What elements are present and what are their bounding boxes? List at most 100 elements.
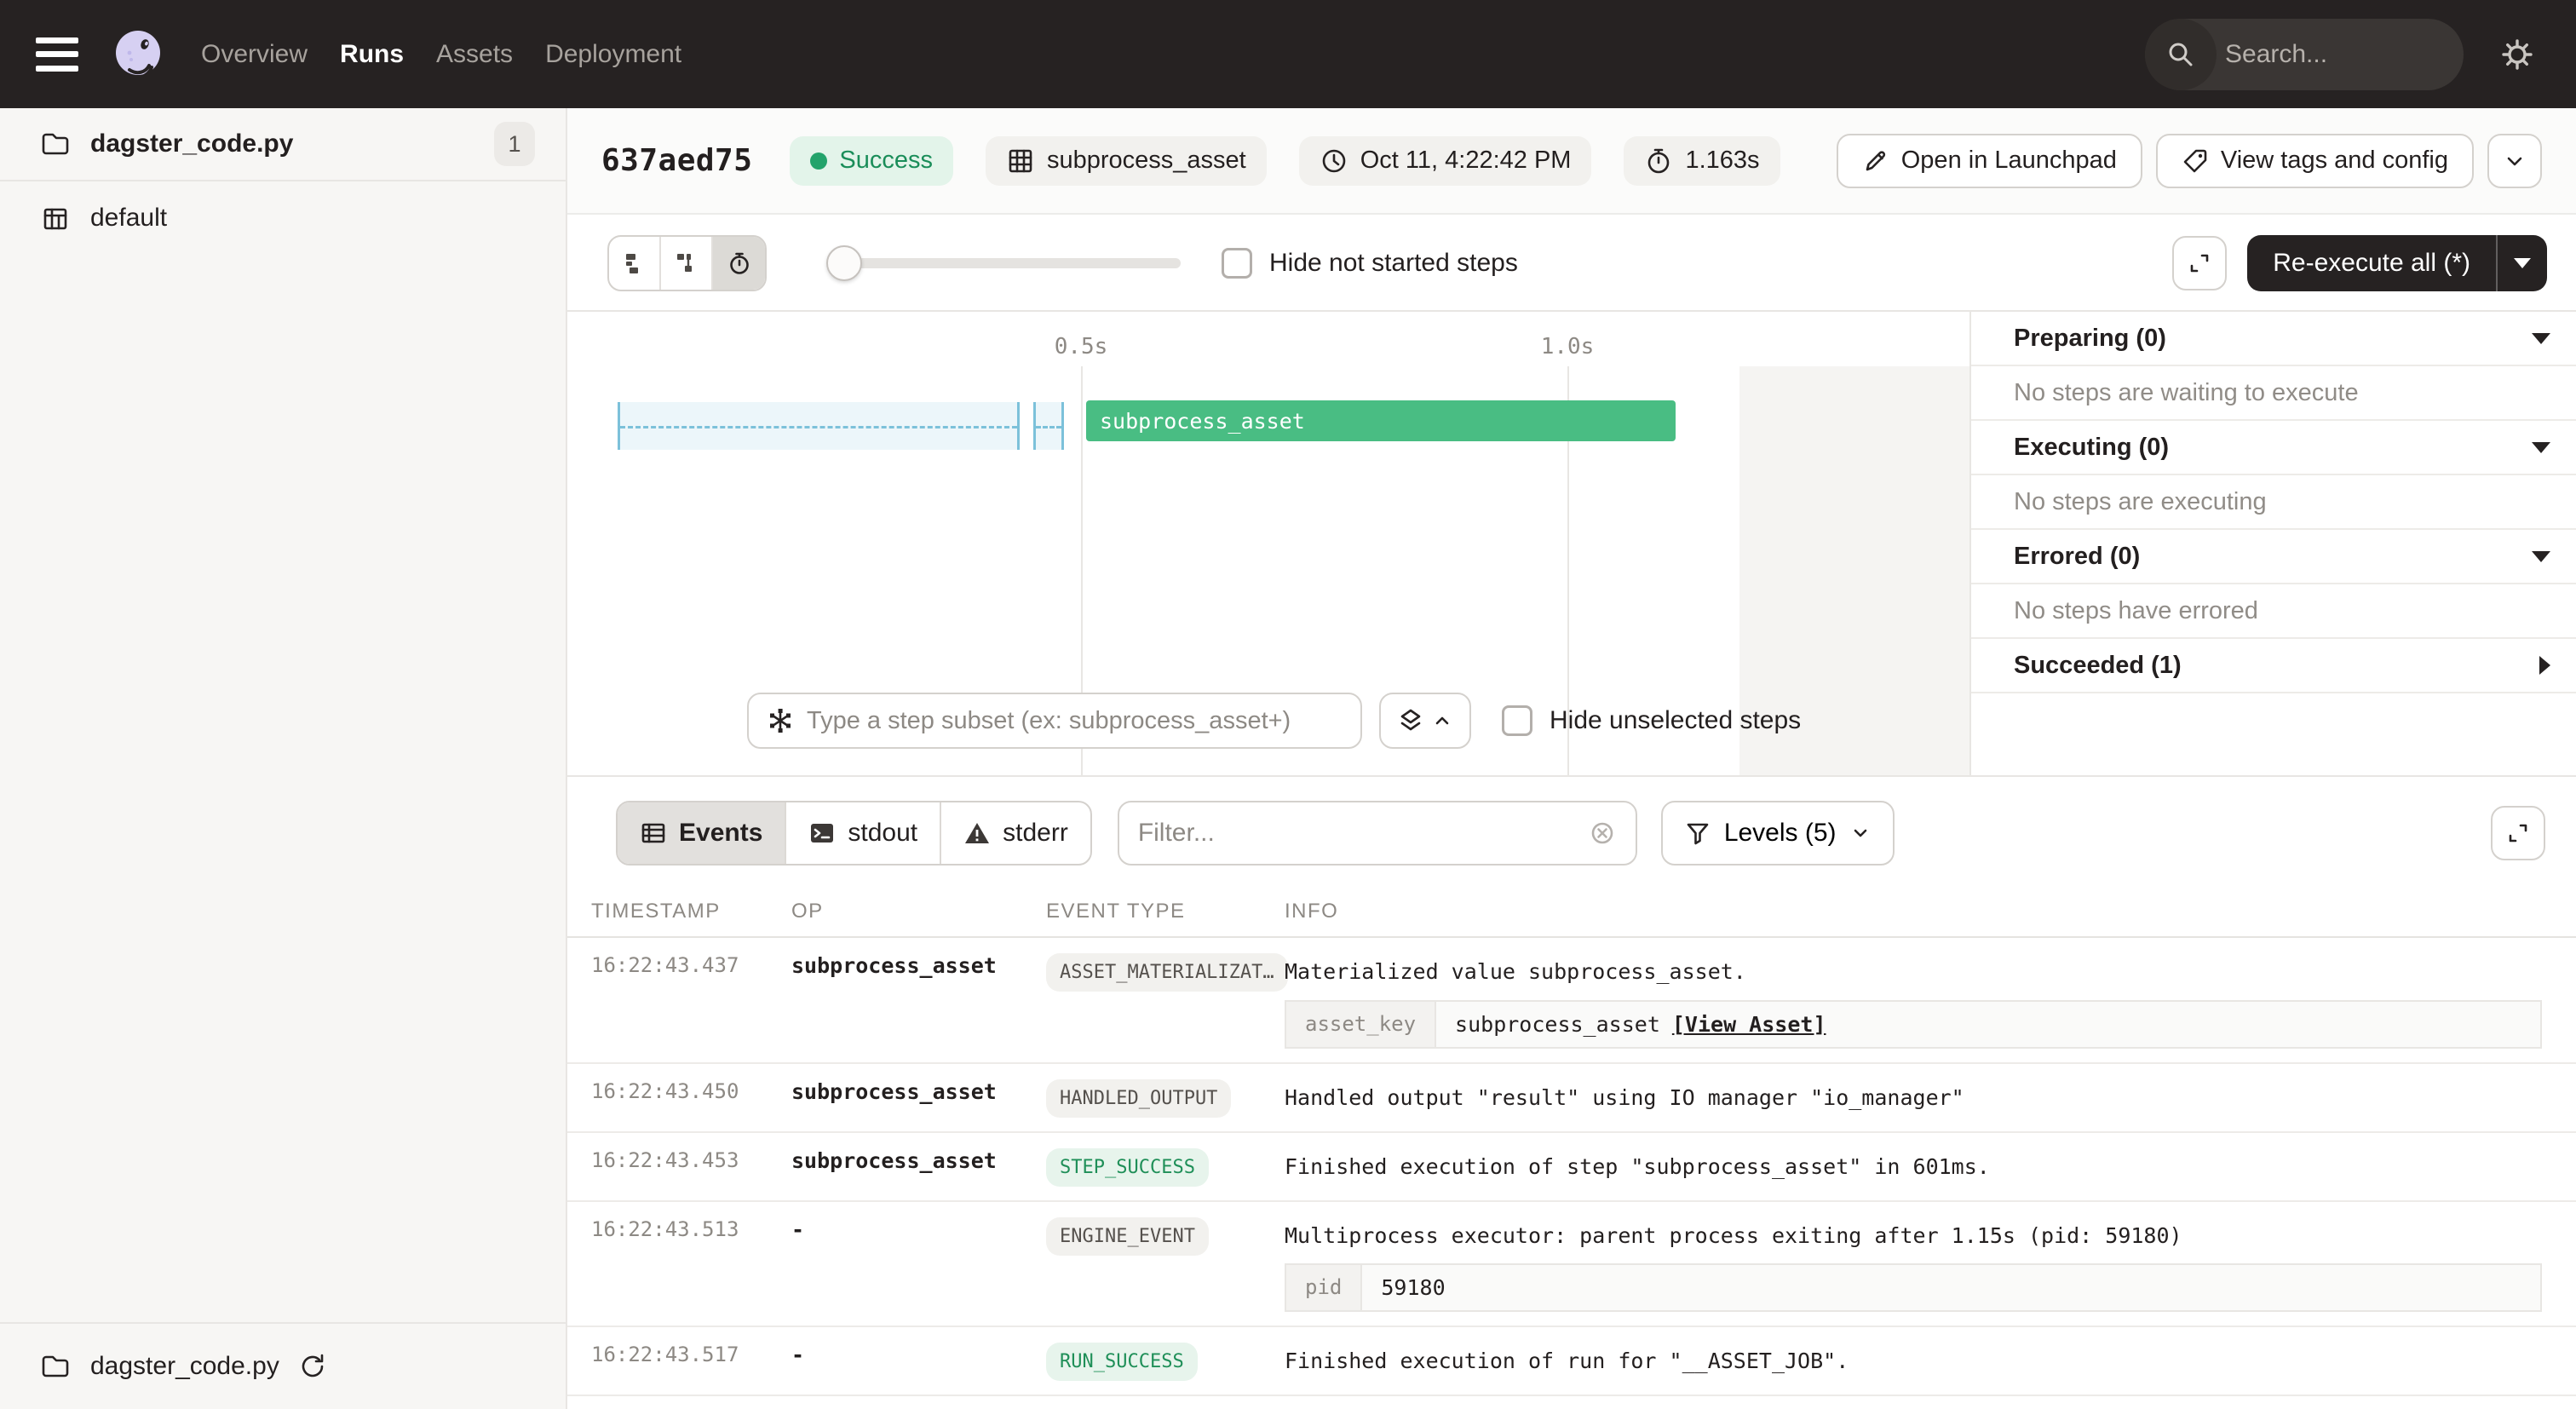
tab-stdout[interactable]: stdout	[786, 802, 941, 864]
run-start-time: Oct 11, 4:22:42 PM	[1299, 136, 1592, 186]
pencil-icon	[1862, 147, 1889, 175]
timing-view-toggle[interactable]	[713, 237, 765, 290]
log-metadata-table: pid59180	[1285, 1263, 2542, 1312]
log-filter-inputbox[interactable]	[1118, 801, 1637, 866]
gear-icon[interactable]	[2498, 35, 2537, 74]
run-id: 637aed75	[601, 143, 752, 178]
log-timestamp: 16:22:43.450	[567, 1064, 768, 1131]
log-info: Handled output "result" using IO manager…	[1261, 1064, 2576, 1131]
log-row[interactable]: 16:22:43.517-RUN_SUCCESSFinished executi…	[567, 1327, 2576, 1396]
dagster-run-page: Overview Runs Assets Deployment /	[0, 0, 2576, 1409]
log-timestamp: 16:22:43.527	[567, 1396, 768, 1409]
footer-location-label: dagster_code.py	[90, 1352, 279, 1381]
log-tabs: Events stdout stderr	[616, 801, 1092, 866]
event-type-badge: ENGINE_EVENT	[1046, 1217, 1209, 1256]
sidebar-item-job-default[interactable]: default	[0, 181, 566, 255]
log-row[interactable]: 16:22:43.453subprocess_assetSTEP_SUCCESS…	[567, 1133, 2576, 1202]
hide-not-started-checkbox-row[interactable]: Hide not started steps	[1222, 248, 1518, 279]
log-row[interactable]: 16:22:43.437subprocess_assetASSET_MATERI…	[567, 938, 2576, 1064]
search-input[interactable]	[2217, 40, 2464, 69]
status-dot-icon	[810, 152, 827, 170]
log-filter-input[interactable]	[1138, 819, 1588, 848]
log-row[interactable]: 16:22:43.513-ENGINE_EVENTMultiprocess ex…	[567, 1202, 2576, 1328]
folder-icon	[39, 1350, 72, 1383]
log-op: -	[768, 1396, 1022, 1409]
gantt-toolbar: Hide not started steps Re-execute all (*…	[567, 216, 2576, 312]
view-asset-link[interactable]: [View Asset]	[1672, 1012, 1826, 1037]
status-section-succeeded[interactable]: Succeeded (1)	[1971, 639, 2576, 693]
expand-icon	[2186, 250, 2213, 277]
metadata-key: asset_key	[1286, 1002, 1436, 1047]
expand-icon	[2504, 820, 2532, 847]
code-location-label: dagster_code.py	[90, 129, 293, 158]
hamburger-menu-icon[interactable]	[36, 37, 78, 72]
waterfall-view-toggle[interactable]	[661, 237, 713, 290]
log-fullscreen-button[interactable]	[2491, 806, 2545, 860]
nav-item-runs[interactable]: Runs	[340, 40, 404, 69]
log-table-body: 16:22:43.437subprocess_assetASSET_MATERI…	[567, 938, 2576, 1409]
run-actions-chevron-button[interactable]	[2487, 134, 2542, 188]
gantt-section: 0.5s 1.0s subprocess_asset	[567, 312, 2576, 777]
asset-grid-icon	[1006, 147, 1035, 175]
log-row[interactable]: 16:22:43.450subprocess_assetHANDLED_OUTP…	[567, 1064, 2576, 1133]
job-grid-icon	[39, 202, 72, 234]
clear-filter-icon[interactable]	[1588, 819, 1617, 848]
tab-stderr[interactable]: stderr	[941, 802, 1090, 864]
chevron-down-icon	[1850, 823, 1871, 843]
caret-down-icon	[2532, 551, 2550, 562]
log-row[interactable]: 16:22:43.527-ENGINE_EVENTProcess for run…	[567, 1396, 2576, 1409]
reexecute-all-button[interactable]: Re-execute all (*)	[2247, 249, 2496, 278]
hide-unselected-label: Hide unselected steps	[1550, 706, 1801, 735]
primary-nav: Overview Runs Assets Deployment	[201, 40, 681, 69]
sidebar-item-code-location[interactable]: dagster_code.py 1	[0, 108, 566, 181]
nav-item-overview[interactable]: Overview	[201, 40, 308, 69]
status-section-errored[interactable]: Errored (0)	[1971, 530, 2576, 584]
levels-filter-button[interactable]: Levels (5)	[1661, 801, 1895, 866]
gantt-zoom-slider[interactable]	[830, 258, 1181, 268]
step-subset-input[interactable]	[807, 707, 1343, 735]
chevron-down-icon	[2503, 149, 2527, 173]
nav-item-assets[interactable]: Assets	[436, 40, 513, 69]
refresh-icon[interactable]	[298, 1352, 327, 1381]
run-status-badge: Success	[790, 136, 953, 186]
log-event-type: RUN_SUCCESS	[1022, 1327, 1261, 1395]
gantt-step-bar[interactable]: subprocess_asset	[1086, 400, 1676, 441]
step-subset-inputbox[interactable]	[747, 693, 1362, 749]
event-type-badge: STEP_SUCCESS	[1046, 1148, 1209, 1187]
global-search[interactable]: /	[2145, 19, 2464, 90]
tab-events[interactable]: Events	[618, 802, 786, 864]
metadata-key: pid	[1286, 1265, 1362, 1310]
event-type-badge: RUN_SUCCESS	[1046, 1343, 1198, 1381]
hide-unselected-checkbox[interactable]	[1502, 705, 1532, 736]
asset-tag[interactable]: subprocess_asset	[986, 136, 1267, 186]
event-log-table: TIMESTAMP OP EVENT TYPE INFO 16:22:43.43…	[567, 887, 2576, 1409]
metadata-value: subprocess_asset[View Asset]	[1436, 1002, 1844, 1047]
flat-view-toggle[interactable]	[609, 237, 661, 290]
status-section-preparing[interactable]: Preparing (0)	[1971, 312, 2576, 366]
log-event-type: ENGINE_EVENT	[1022, 1396, 1261, 1409]
col-info: INFO	[1261, 900, 2576, 923]
log-info: Process for run exited (pid: 59180).	[1261, 1396, 2576, 1409]
reexecute-split-button: Re-execute all (*)	[2247, 235, 2547, 291]
slider-knob[interactable]	[826, 245, 862, 281]
waiting-interval	[1033, 402, 1064, 450]
log-info: Finished execution of step "subprocess_a…	[1261, 1133, 2576, 1200]
events-table-icon	[640, 820, 667, 847]
top-nav: Overview Runs Assets Deployment /	[0, 0, 2576, 108]
view-tags-config-button[interactable]: View tags and config	[2156, 134, 2474, 188]
nav-item-deployment[interactable]: Deployment	[545, 40, 681, 69]
open-in-launchpad-button[interactable]: Open in Launchpad	[1837, 134, 2142, 188]
status-section-executing[interactable]: Executing (0)	[1971, 421, 2576, 475]
caret-down-icon	[2532, 442, 2550, 453]
hide-not-started-checkbox[interactable]	[1222, 248, 1252, 279]
hide-unselected-checkbox-row[interactable]: Hide unselected steps	[1502, 705, 1801, 736]
log-metadata-table: asset_keysubprocess_asset[View Asset]	[1285, 1000, 2542, 1049]
reexecute-options-caret[interactable]	[2498, 258, 2547, 268]
gantt-fullscreen-button[interactable]	[2172, 236, 2227, 290]
graph-query-layers-button[interactable]	[1379, 693, 1471, 749]
log-event-type: STEP_SUCCESS	[1022, 1133, 1261, 1200]
chevron-up-icon	[1432, 710, 1452, 731]
log-info: Materialized value subprocess_asset.asse…	[1261, 938, 2576, 1062]
dagster-logo[interactable]	[111, 27, 165, 82]
event-type-badge: ASSET_MATERIALIZAT…	[1046, 953, 1288, 992]
